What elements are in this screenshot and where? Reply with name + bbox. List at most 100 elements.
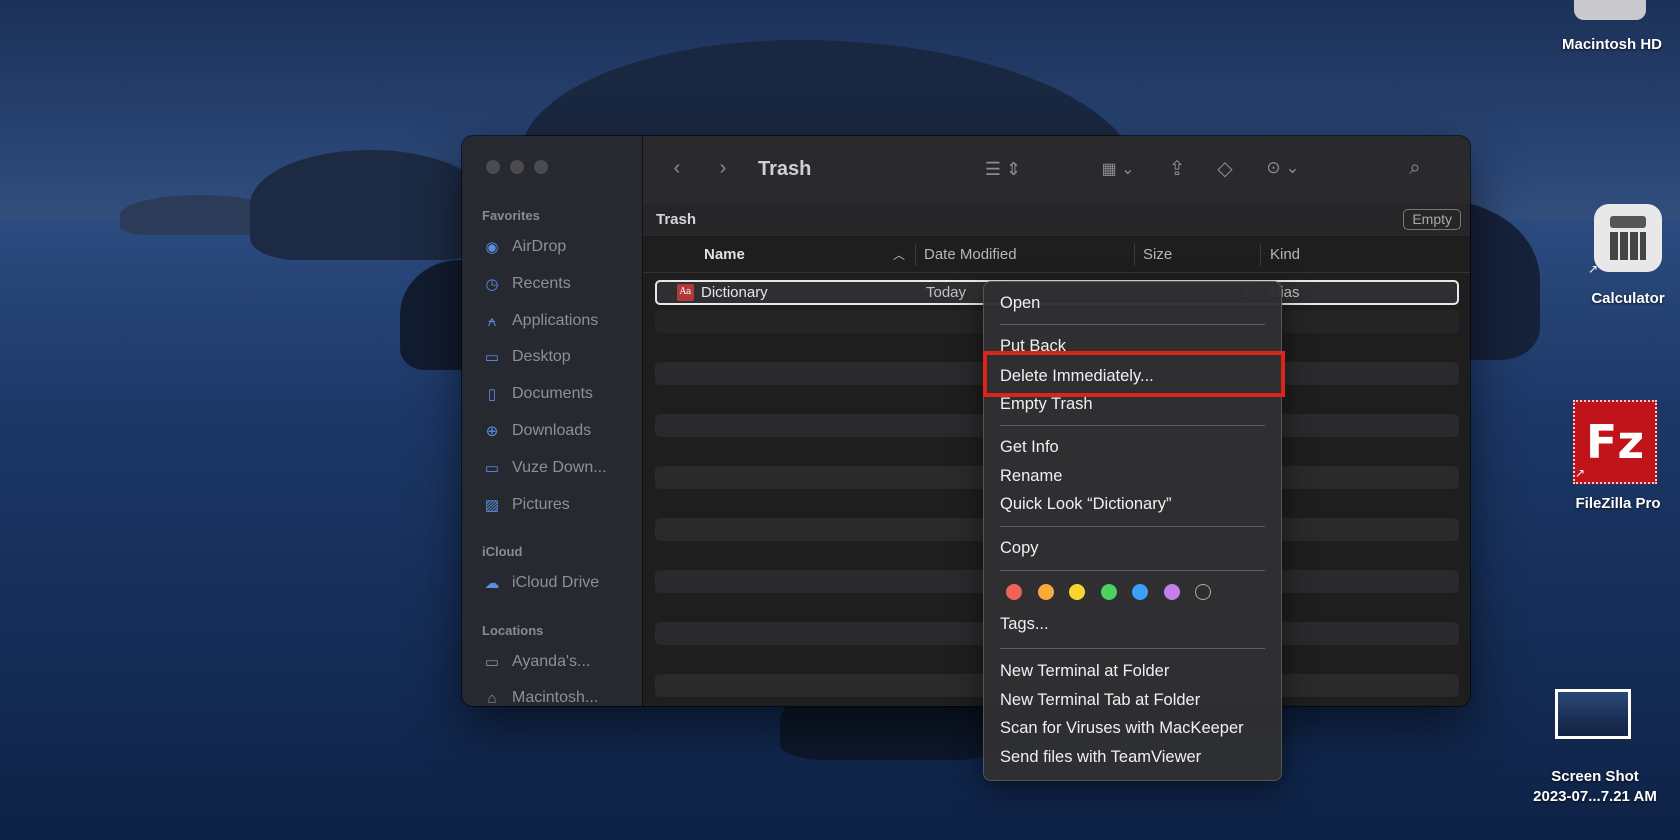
applications-icon: ⍲ <box>487 312 497 330</box>
menu-separator <box>1000 648 1265 649</box>
menu-separator <box>1000 425 1265 426</box>
menu-separator <box>1000 570 1265 571</box>
sidebar-item-label: AirDrop <box>512 238 567 255</box>
tag-orange-dot[interactable] <box>1038 584 1054 600</box>
screenshot-thumbnail-icon[interactable] <box>1555 689 1631 739</box>
back-chevron-icon[interactable]: ‹ <box>667 156 687 180</box>
menu-item-empty-trash[interactable]: Empty Trash <box>1000 395 1093 414</box>
zoom-button[interactable] <box>534 160 548 174</box>
menu-item-quick-look[interactable]: Quick Look “Dictionary” <box>1000 495 1171 514</box>
sidebar-item-desktop[interactable]: ▭ Desktop <box>482 342 632 372</box>
column-name[interactable]: Name <box>704 246 745 263</box>
dictionary-app-icon: Aa <box>677 284 694 301</box>
sidebar-item-vuze-downloads[interactable]: ▭ Vuze Down... <box>482 453 632 483</box>
sidebar-item-documents[interactable]: ▯ Documents <box>482 379 632 409</box>
search-icon[interactable]: ⌕ <box>1403 156 1427 180</box>
sidebar-item-airdrop[interactable]: ◉ AirDrop <box>482 232 632 262</box>
menu-item-new-terminal[interactable]: New Terminal at Folder <box>1000 662 1169 681</box>
window-controls <box>486 160 548 174</box>
path-label: Trash <box>656 211 697 228</box>
sidebar-item-label: Documents <box>512 385 593 402</box>
sidebar-item-recents[interactable]: ◷ Recents <box>482 269 632 299</box>
alias-arrow-icon: ↗ <box>1588 262 1599 276</box>
forward-chevron-icon[interactable]: › <box>713 156 733 180</box>
file-date: Today <box>926 284 967 301</box>
sidebar-item-downloads[interactable]: ⊕ Downloads <box>482 416 632 446</box>
sidebar-section-favorites: Favorites <box>482 208 540 223</box>
column-kind[interactable]: Kind <box>1270 246 1300 263</box>
menu-item-get-info[interactable]: Get Info <box>1000 438 1059 457</box>
sidebar-item-label: Pictures <box>512 496 570 513</box>
annotation-highlight-box <box>983 351 1285 397</box>
wallpaper-island <box>250 150 490 260</box>
filezilla-icon[interactable]: Fz <box>1573 400 1657 484</box>
menu-separator <box>1000 324 1265 325</box>
sidebar-item-pictures[interactable]: ▨ Pictures <box>482 490 632 520</box>
sidebar-item-label: Downloads <box>512 422 592 439</box>
more-actions-icon[interactable]: ⊙ ⌄ <box>1261 156 1305 180</box>
cloud-icon: ☁ <box>484 575 500 592</box>
toolbar: ‹ › Trash ☰ ⇕ ▦ ⌄ ⇪ ◇ ⊙ ⌄ ⌕ <box>643 136 1470 205</box>
folder-icon: ▭ <box>484 460 500 477</box>
calculator-keys <box>1610 232 1646 260</box>
alias-arrow-icon: ↗ <box>1575 466 1586 480</box>
tag-yellow-dot[interactable] <box>1069 584 1085 600</box>
sidebar-section-locations: Locations <box>482 623 544 638</box>
menu-item-rename[interactable]: Rename <box>1000 467 1062 486</box>
tag-green-dot[interactable] <box>1101 584 1117 600</box>
laptop-icon: ▭ <box>484 654 500 671</box>
calculator-icon[interactable] <box>1594 204 1662 272</box>
column-date[interactable]: Date Modified <box>924 246 1017 263</box>
menu-item-scan-mackeeper[interactable]: Scan for Viruses with MacKeeper <box>1000 719 1244 738</box>
column-header: Name ︿ Date Modified Size Kind <box>643 236 1470 273</box>
column-divider <box>915 244 916 266</box>
menu-separator <box>1000 526 1265 527</box>
disk-icon: ⌂ <box>487 689 497 707</box>
menu-item-open[interactable]: Open <box>1000 294 1040 313</box>
sidebar-item-icloud-drive[interactable]: ☁ iCloud Drive <box>482 568 632 598</box>
tag-gray-dot[interactable] <box>1195 584 1211 600</box>
pictures-icon: ▨ <box>484 497 500 514</box>
macintosh-hd-icon[interactable] <box>1574 0 1646 20</box>
sort-ascending-icon[interactable]: ︿ <box>893 246 905 263</box>
menu-item-teamviewer[interactable]: Send files with TeamViewer <box>1000 748 1201 767</box>
tag-icon[interactable]: ◇ <box>1213 156 1237 180</box>
tag-red-dot[interactable] <box>1006 584 1022 600</box>
list-view-icon[interactable]: ☰ ⇕ <box>978 157 1028 181</box>
column-size[interactable]: Size <box>1143 246 1172 263</box>
sidebar-item-applications[interactable]: ⍲ Applications <box>482 306 632 336</box>
column-divider <box>1260 244 1261 266</box>
calculator-screen <box>1610 216 1646 228</box>
desktop-icon-label[interactable]: FileZilla Pro <box>1556 495 1680 512</box>
document-icon: ▯ <box>487 386 497 403</box>
sidebar-item-label: Ayanda's... <box>512 653 591 670</box>
sidebar-item-label: Desktop <box>512 348 571 365</box>
sidebar-section-icloud: iCloud <box>482 544 523 559</box>
empty-trash-button[interactable]: Empty <box>1403 209 1461 230</box>
share-icon[interactable]: ⇪ <box>1165 156 1189 180</box>
minimize-button[interactable] <box>510 160 524 174</box>
sidebar-item-computer[interactable]: ▭ Ayanda's... <box>482 647 632 677</box>
menu-item-tags[interactable]: Tags... <box>1000 615 1049 634</box>
sidebar-item-macintosh[interactable]: ⌂ Macintosh... <box>482 683 632 706</box>
file-name: Dictionary <box>701 284 768 301</box>
sidebar-item-label: Applications <box>512 312 599 329</box>
sidebar-item-label: Vuze Down... <box>512 459 607 476</box>
menu-item-new-terminal-tab[interactable]: New Terminal Tab at Folder <box>1000 691 1200 710</box>
window-title: Trash <box>758 158 812 180</box>
tag-purple-dot[interactable] <box>1164 584 1180 600</box>
download-icon: ⊕ <box>485 423 499 440</box>
menu-item-copy[interactable]: Copy <box>1000 539 1039 558</box>
sidebar: Favorites ◉ AirDrop ◷ Recents ⍲ Applicat… <box>462 136 643 706</box>
close-button[interactable] <box>486 160 500 174</box>
desktop-icon-label[interactable]: Macintosh HD <box>1548 36 1676 53</box>
desktop-icon-label[interactable]: Calculator <box>1568 290 1680 307</box>
sidebar-item-label: iCloud Drive <box>512 574 600 591</box>
desktop-icon-label[interactable]: 2023-07...7.21 AM <box>1515 788 1675 805</box>
sidebar-item-label: Recents <box>512 275 571 292</box>
tag-blue-dot[interactable] <box>1132 584 1148 600</box>
airdrop-icon: ◉ <box>485 239 499 256</box>
finder-window: Favorites ◉ AirDrop ◷ Recents ⍲ Applicat… <box>462 136 1470 706</box>
desktop-icon-label[interactable]: Screen Shot <box>1515 768 1675 785</box>
group-icon[interactable]: ▦ ⌄ <box>1093 157 1143 181</box>
